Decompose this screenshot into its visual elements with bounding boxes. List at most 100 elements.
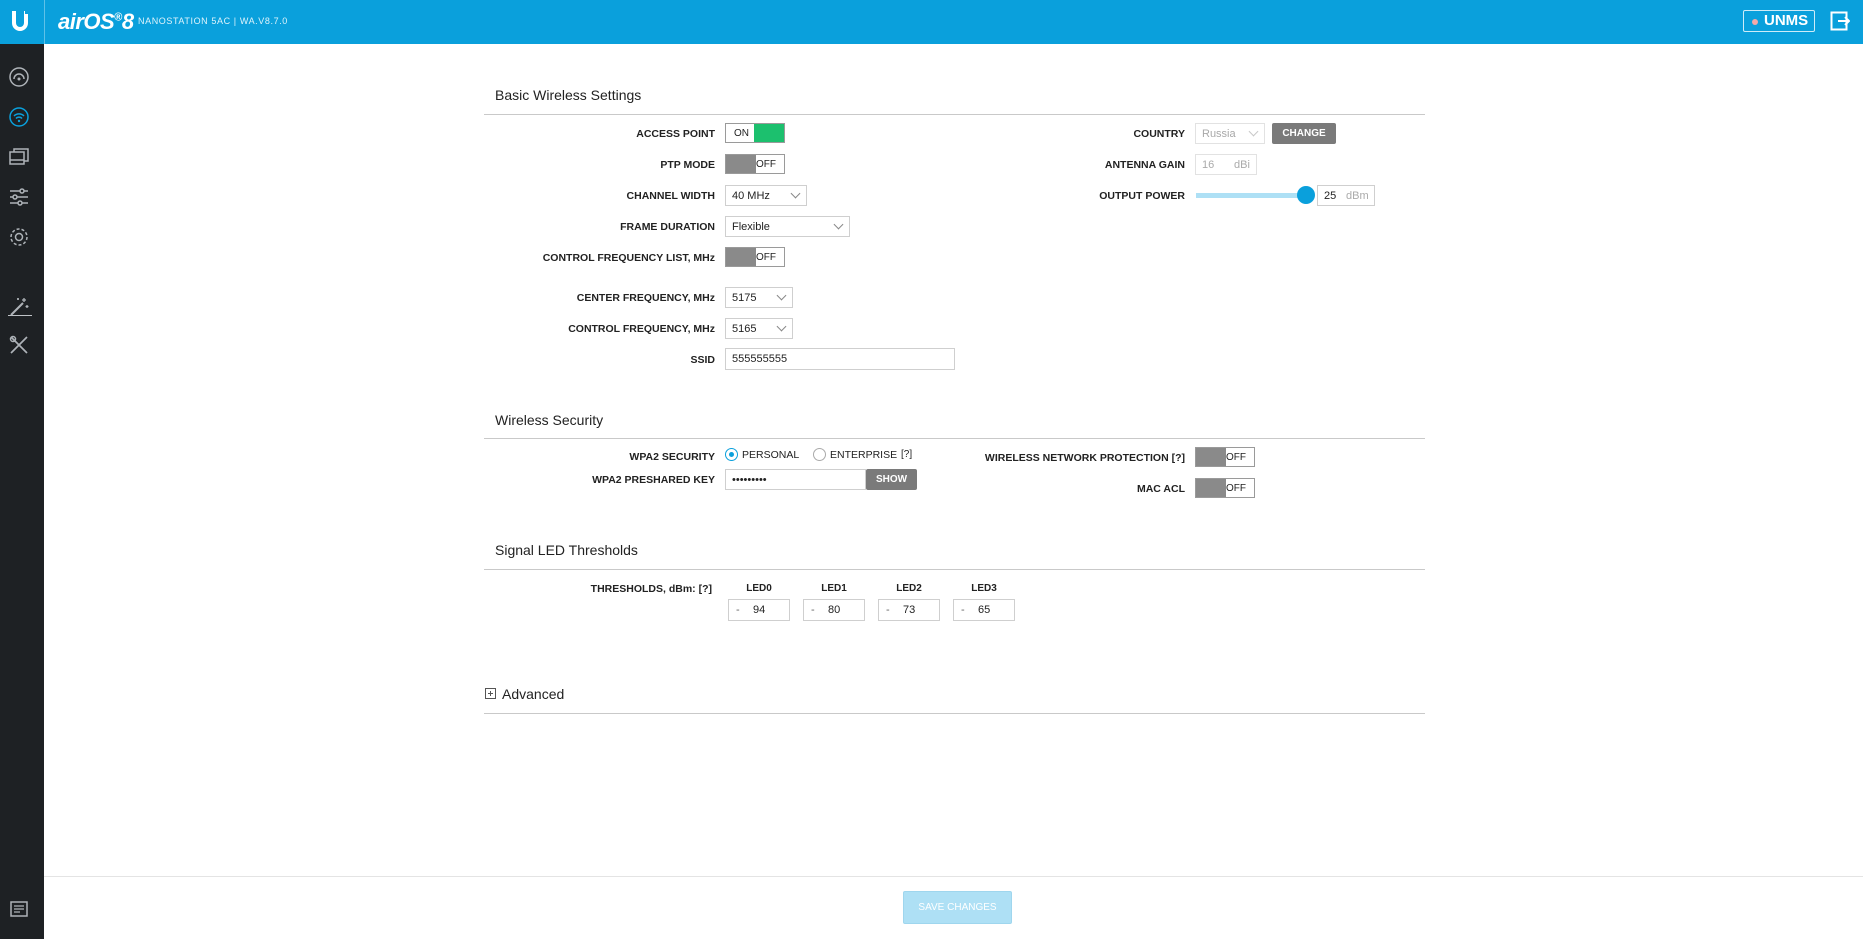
frame-duration-select[interactable]: Flexible	[725, 216, 850, 237]
led1-input[interactable]: - 80	[803, 599, 865, 621]
output-power-slider[interactable]	[1196, 193, 1306, 198]
minus-sign: -	[961, 604, 965, 616]
mac-acl-toggle[interactable]: OFF	[1195, 478, 1255, 498]
country-select: Russia	[1195, 123, 1265, 144]
wpa2-security-label: WPA2 SECURITY	[629, 451, 715, 463]
utilities-icon[interactable]	[8, 334, 30, 356]
preshared-key-input[interactable]: •••••••••	[725, 469, 866, 490]
ubiquiti-u-logo[interactable]	[8, 9, 32, 35]
input-value: 80	[828, 604, 841, 616]
slider-handle[interactable]	[1297, 186, 1315, 204]
input-value: 73	[903, 604, 916, 616]
toggle-state: OFF	[756, 252, 776, 263]
input-value: 16	[1202, 159, 1215, 171]
section-divider	[484, 114, 1425, 115]
input-unit: dBm	[1346, 190, 1369, 202]
led1-header: LED1	[821, 583, 847, 594]
chevron-down-icon	[833, 219, 844, 230]
led3-input[interactable]: - 65	[953, 599, 1015, 621]
control-frequency-list-label: CONTROL FREQUENCY LIST, MHz	[542, 252, 715, 264]
top-bar: airOS®8 NANOSTATION 5AC | WA.V8.7.0 UNMS	[0, 0, 1863, 44]
chevron-down-icon	[1248, 126, 1259, 137]
enterprise-option-label[interactable]: ENTERPRISE	[830, 449, 897, 461]
center-frequency-select[interactable]: 5175	[725, 287, 793, 308]
dashboard-icon[interactable]	[8, 66, 30, 88]
expand-icon[interactable]	[485, 688, 496, 699]
minus-sign: -	[736, 604, 740, 616]
input-value: •••••••••	[732, 474, 767, 486]
center-frequency-label: CENTER FREQUENCY, MHz	[576, 292, 715, 304]
frame-duration-label: FRAME DURATION	[620, 221, 715, 233]
ssid-input[interactable]: 555555555	[725, 348, 955, 370]
wireless-network-protection-toggle[interactable]: OFF	[1195, 447, 1255, 467]
tools-icon[interactable]	[8, 296, 30, 318]
footer-divider	[44, 876, 1863, 877]
toggle-state: OFF	[1226, 452, 1246, 463]
network-icon[interactable]	[8, 146, 30, 168]
wireless-icon[interactable]	[8, 106, 30, 128]
led2-input[interactable]: - 73	[878, 599, 940, 621]
wireless-security-title: Wireless Security	[495, 412, 604, 428]
select-value: Flexible	[732, 221, 770, 233]
mac-acl-label: MAC ACL	[1136, 483, 1185, 495]
change-country-button[interactable]: CHANGE	[1272, 123, 1336, 144]
channel-width-label: CHANNEL WIDTH	[626, 190, 715, 202]
logout-icon[interactable]	[1830, 11, 1851, 31]
settings-icon[interactable]	[8, 226, 30, 248]
device-model: NANOSTATION 5AC | WA.V8.7.0	[138, 16, 288, 26]
chevron-down-icon	[776, 321, 787, 332]
sidebar	[0, 44, 44, 939]
input-value: 65	[978, 604, 991, 616]
input-value: 94	[753, 604, 766, 616]
services-icon[interactable]	[8, 186, 30, 208]
toggle-state: ON	[734, 128, 749, 139]
section-divider	[484, 569, 1425, 570]
toggle-knob	[1196, 479, 1226, 497]
enterprise-radio[interactable]	[813, 448, 826, 461]
header-divider	[44, 0, 45, 44]
show-key-button[interactable]: SHOW	[866, 469, 917, 490]
access-point-toggle[interactable]: ON	[725, 123, 785, 143]
led2-header: LED2	[896, 583, 922, 594]
chevron-down-icon	[776, 290, 787, 301]
unms-status-dot	[1752, 19, 1758, 25]
save-changes-button[interactable]: SAVE CHANGES	[903, 891, 1012, 924]
select-value: Russia	[1202, 128, 1236, 140]
toggle-knob	[726, 248, 756, 266]
toggle-knob	[754, 124, 784, 142]
select-value: 5165	[732, 323, 757, 335]
toggle-knob	[1196, 448, 1226, 466]
control-frequency-select[interactable]: 5165	[725, 318, 793, 339]
thresholds-label: THRESHOLDS, dBm: [?]	[590, 583, 712, 595]
personal-radio[interactable]	[725, 448, 738, 461]
led3-header: LED3	[971, 583, 997, 594]
basic-wireless-title: Basic Wireless Settings	[495, 87, 642, 103]
ssid-label: SSID	[690, 354, 715, 366]
led0-input[interactable]: - 94	[728, 599, 790, 621]
select-value: 5175	[732, 292, 757, 304]
unms-label: UNMS	[1764, 12, 1809, 29]
toggle-knob	[726, 155, 756, 173]
log-icon[interactable]	[8, 898, 30, 920]
led0-header: LED0	[746, 583, 772, 594]
unms-button[interactable]: UNMS	[1743, 10, 1815, 32]
ptp-mode-toggle[interactable]: OFF	[725, 154, 785, 174]
minus-sign: -	[811, 604, 815, 616]
channel-width-select[interactable]: 40 MHz	[725, 185, 807, 206]
access-point-label: ACCESS POINT	[636, 128, 715, 140]
output-power-input[interactable]: 25 dBm	[1317, 185, 1375, 206]
output-power-label: OUTPUT POWER	[1099, 190, 1185, 202]
advanced-toggle[interactable]: Advanced	[502, 686, 564, 702]
antenna-gain-label: ANTENNA GAIN	[1104, 159, 1185, 171]
section-divider	[484, 713, 1425, 714]
personal-option-label[interactable]: PERSONAL	[742, 449, 799, 461]
control-frequency-list-toggle[interactable]: OFF	[725, 247, 785, 267]
toggle-state: OFF	[1226, 483, 1246, 494]
ptp-mode-label: PTP MODE	[660, 159, 715, 171]
help-icon[interactable]: [?]	[901, 449, 912, 460]
antenna-gain-input: 16 dBi	[1195, 154, 1257, 175]
section-divider	[484, 438, 1425, 439]
wireless-network-protection-label: WIRELESS NETWORK PROTECTION [?]	[984, 452, 1185, 464]
country-label: COUNTRY	[1133, 128, 1185, 140]
input-value: 555555555	[732, 353, 788, 365]
